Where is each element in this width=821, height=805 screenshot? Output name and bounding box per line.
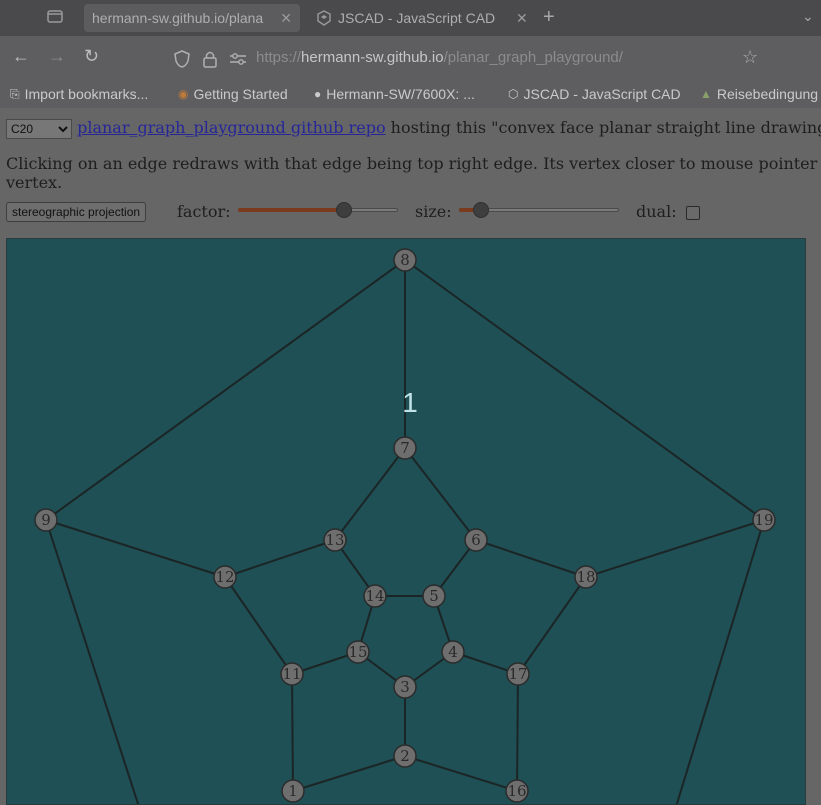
- bookmark-label: Hermann-SW/7600X: ...: [326, 86, 475, 102]
- stereographic-projection-button[interactable]: stereographic projection: [6, 202, 147, 222]
- tab-planar-graph[interactable]: hermann-sw.github.io/plana ✕: [84, 4, 300, 32]
- navigation-bar: ← → ↻ https://hermann-sw.github.io/plana…: [0, 36, 821, 82]
- forward-arrow-icon[interactable]: →: [48, 46, 66, 67]
- header-row: C20 planar_graph_playground github repo …: [6, 118, 821, 139]
- factor-slider[interactable]: [238, 202, 398, 218]
- chevron-down-icon[interactable]: ⌄: [802, 8, 814, 25]
- import-icon: ⎘: [10, 86, 20, 101]
- description: Clicking on an edge redraws with that ed…: [6, 154, 821, 192]
- shield-icon[interactable]: [174, 50, 190, 68]
- tab-title: hermann-sw.github.io/plana: [92, 10, 264, 26]
- graph-edge[interactable]: [404, 259, 765, 521]
- bookmark-label: Reisebedingung: [716, 86, 819, 102]
- vertex-label: 6: [471, 531, 481, 549]
- graph-edge[interactable]: [585, 519, 765, 578]
- vertex-label: 9: [41, 511, 51, 529]
- graph-edge[interactable]: [334, 447, 406, 541]
- lock-icon[interactable]: [203, 50, 217, 68]
- reload-icon[interactable]: ↻: [84, 46, 99, 67]
- back-arrow-icon[interactable]: ←: [12, 46, 30, 67]
- bookmark-label: JSCAD - JavaScript CAD: [523, 86, 681, 102]
- jscad-icon: ⬡: [508, 87, 519, 101]
- graph-edge[interactable]: [516, 673, 519, 792]
- vertex-label: 4: [448, 643, 458, 661]
- graph-edge[interactable]: [675, 519, 765, 805]
- graph-edge[interactable]: [292, 755, 406, 792]
- hosting-text: hosting this "convex face planar straigh…: [385, 118, 821, 137]
- bookmarks-toolbar: ⎘ Import bookmarks... ◉ Getting Started …: [0, 82, 821, 108]
- vertex-label: 2: [400, 747, 410, 765]
- slider-thumb[interactable]: [335, 202, 352, 218]
- bookmark-import[interactable]: ⎘ Import bookmarks...: [10, 86, 148, 102]
- graph-edge[interactable]: [404, 447, 477, 541]
- close-tab-icon[interactable]: ✕: [280, 10, 292, 27]
- url-prefix: https://: [256, 49, 302, 66]
- factor-label: factor:: [177, 202, 231, 221]
- address-bar[interactable]: https://hermann-sw.github.io/planar_grap…: [256, 49, 623, 66]
- tab-jscad[interactable]: JSCAD - JavaScript CAD ✕: [316, 4, 530, 32]
- jscad-icon: [317, 10, 331, 26]
- bookmark-label: Getting Started: [193, 86, 288, 102]
- graph-edge[interactable]: [224, 539, 336, 578]
- repo-link[interactable]: planar_graph_playground github repo: [77, 118, 385, 137]
- vertex-label: 1: [288, 782, 298, 800]
- dual-label: dual:: [636, 202, 677, 221]
- description-line-2: vertex.: [6, 173, 63, 192]
- graph-edge[interactable]: [45, 519, 140, 805]
- new-tab-icon[interactable]: +: [543, 6, 555, 29]
- vertex-label: 7: [400, 439, 410, 457]
- bookmark-label: Import bookmarks...: [24, 86, 149, 102]
- firefox-icon: ◉: [178, 87, 189, 101]
- description-line-1: Clicking on an edge redraws with that ed…: [6, 154, 818, 173]
- tab-list-icon: [47, 10, 63, 23]
- graph-select[interactable]: C20: [6, 118, 72, 139]
- vertex-label: 16: [507, 782, 526, 800]
- vertex-label: 8: [400, 251, 410, 269]
- bookmark-star-icon[interactable]: ☆: [742, 47, 758, 68]
- graph-edge[interactable]: [224, 576, 293, 675]
- bookmark-getting-started[interactable]: ◉ Getting Started: [178, 86, 288, 102]
- page-content: C20 planar_graph_playground github repo …: [0, 108, 821, 805]
- close-tab-icon[interactable]: ✕: [516, 10, 528, 27]
- vertex-label: 13: [325, 531, 344, 549]
- graph-drawing[interactable]: 1879 1913 612 1814 515 411 17321 16: [7, 239, 806, 805]
- slider-fill: [238, 208, 344, 212]
- tab-bar: hermann-sw.github.io/plana ✕ JSCAD - Jav…: [0, 0, 821, 36]
- graph-edge[interactable]: [45, 259, 406, 521]
- graph-edge[interactable]: [291, 673, 294, 792]
- permissions-icon[interactable]: [229, 52, 247, 66]
- graph-edge[interactable]: [404, 755, 518, 792]
- tab-title: JSCAD - JavaScript CAD: [338, 10, 496, 26]
- size-slider[interactable]: [459, 202, 619, 218]
- vertex-label: 12: [215, 568, 234, 586]
- url-path: /planar_graph_playground/: [443, 49, 623, 66]
- size-label: size:: [415, 202, 452, 221]
- vertex-label: 3: [400, 678, 410, 696]
- github-icon: ●: [314, 87, 322, 101]
- bookmark-reisebedingung[interactable]: ▲ Reisebedingung: [700, 86, 818, 102]
- vertex-label: 5: [429, 587, 439, 605]
- url-domain: hermann-sw.github.io: [301, 49, 444, 66]
- face-label: 1: [402, 387, 418, 418]
- vertex-label: 11: [282, 665, 301, 683]
- vertex-label: 15: [348, 643, 367, 661]
- bookmark-jscad[interactable]: ⬡ JSCAD - JavaScript CAD: [508, 86, 681, 102]
- graph-canvas[interactable]: 1 8 7 9 19 13 6 12 18 14 5 15 4 11 17 3 2 1 16: [6, 238, 806, 805]
- vertex-label: 19: [754, 511, 773, 529]
- graph-edge[interactable]: [517, 576, 587, 675]
- vertex-label: 18: [576, 568, 595, 586]
- dual-checkbox[interactable]: [686, 206, 700, 220]
- graph-edge[interactable]: [45, 519, 226, 578]
- vertex-label: 14: [365, 587, 384, 605]
- vertex-label: 17: [508, 665, 527, 683]
- graph-edge[interactable]: [475, 539, 587, 578]
- controls-row: stereographic projection factor: size: d…: [6, 202, 821, 224]
- tab-list-button[interactable]: [46, 8, 70, 28]
- slider-thumb[interactable]: [473, 202, 490, 218]
- travel-icon: ▲: [700, 87, 712, 101]
- bookmark-github[interactable]: ● Hermann-SW/7600X: ...: [314, 86, 475, 102]
